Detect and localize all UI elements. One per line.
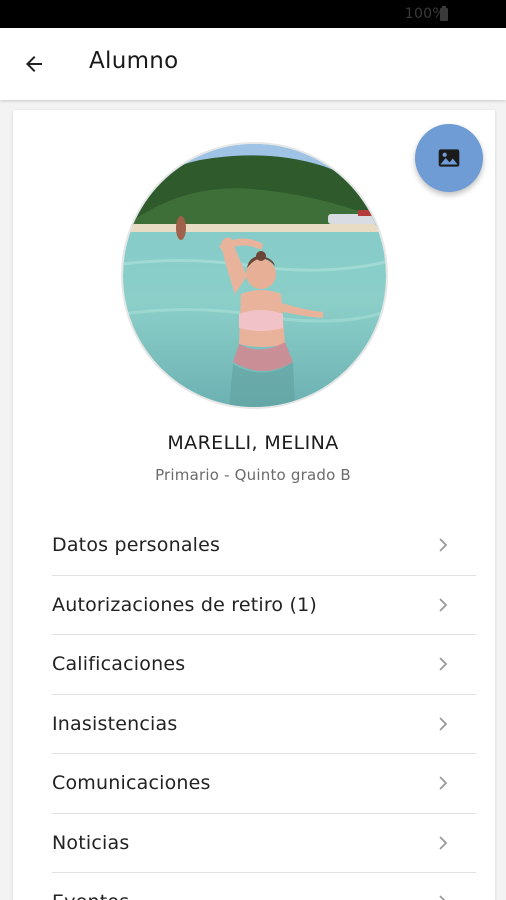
chevron-right-icon	[439, 657, 448, 671]
back-button[interactable]	[14, 44, 54, 84]
menu-item-datos-personales[interactable]: Datos personales	[52, 516, 476, 576]
arrow-left-icon	[26, 56, 42, 72]
menu-item-label: Datos personales	[52, 534, 221, 557]
image-icon	[438, 149, 460, 167]
menu-item-eventos[interactable]: Eventos	[52, 873, 476, 900]
menu-item-label: Noticias	[52, 831, 130, 854]
page-title: Alumno	[89, 48, 179, 74]
chevron-right-icon	[439, 717, 448, 731]
student-name: MARELLI, MELINA	[167, 432, 339, 454]
app-bar: Alumno	[0, 28, 506, 100]
chevron-right-icon	[439, 538, 448, 552]
student-menu: Datos personales Autorizaciones de retir…	[52, 516, 476, 900]
menu-item-inasistencias[interactable]: Inasistencias	[52, 695, 476, 754]
menu-item-label: Inasistencias	[52, 712, 178, 735]
student-photo	[123, 144, 386, 407]
chevron-right-icon	[439, 598, 448, 612]
menu-item-comunicaciones[interactable]: Comunicaciones	[52, 754, 476, 814]
menu-item-label: Autorizaciones de retiro (1)	[52, 593, 318, 616]
status-bar: 100%	[0, 0, 506, 28]
menu-item-noticias[interactable]: Noticias	[52, 814, 476, 873]
menu-item-label: Eventos	[52, 891, 129, 900]
student-grade: Primario - Quinto grado B	[155, 466, 351, 484]
battery-icon	[440, 6, 448, 21]
chevron-right-icon	[439, 776, 448, 790]
menu-item-label: Comunicaciones	[52, 772, 211, 795]
change-photo-button[interactable]	[415, 124, 483, 192]
chevron-right-icon	[439, 895, 446, 900]
menu-item-calificaciones[interactable]: Calificaciones	[52, 635, 476, 695]
avatar	[121, 142, 388, 409]
menu-item-label: Calificaciones	[52, 653, 186, 676]
chevron-right-icon	[439, 836, 448, 850]
menu-item-autorizaciones-retiro[interactable]: Autorizaciones de retiro (1)	[52, 576, 476, 635]
